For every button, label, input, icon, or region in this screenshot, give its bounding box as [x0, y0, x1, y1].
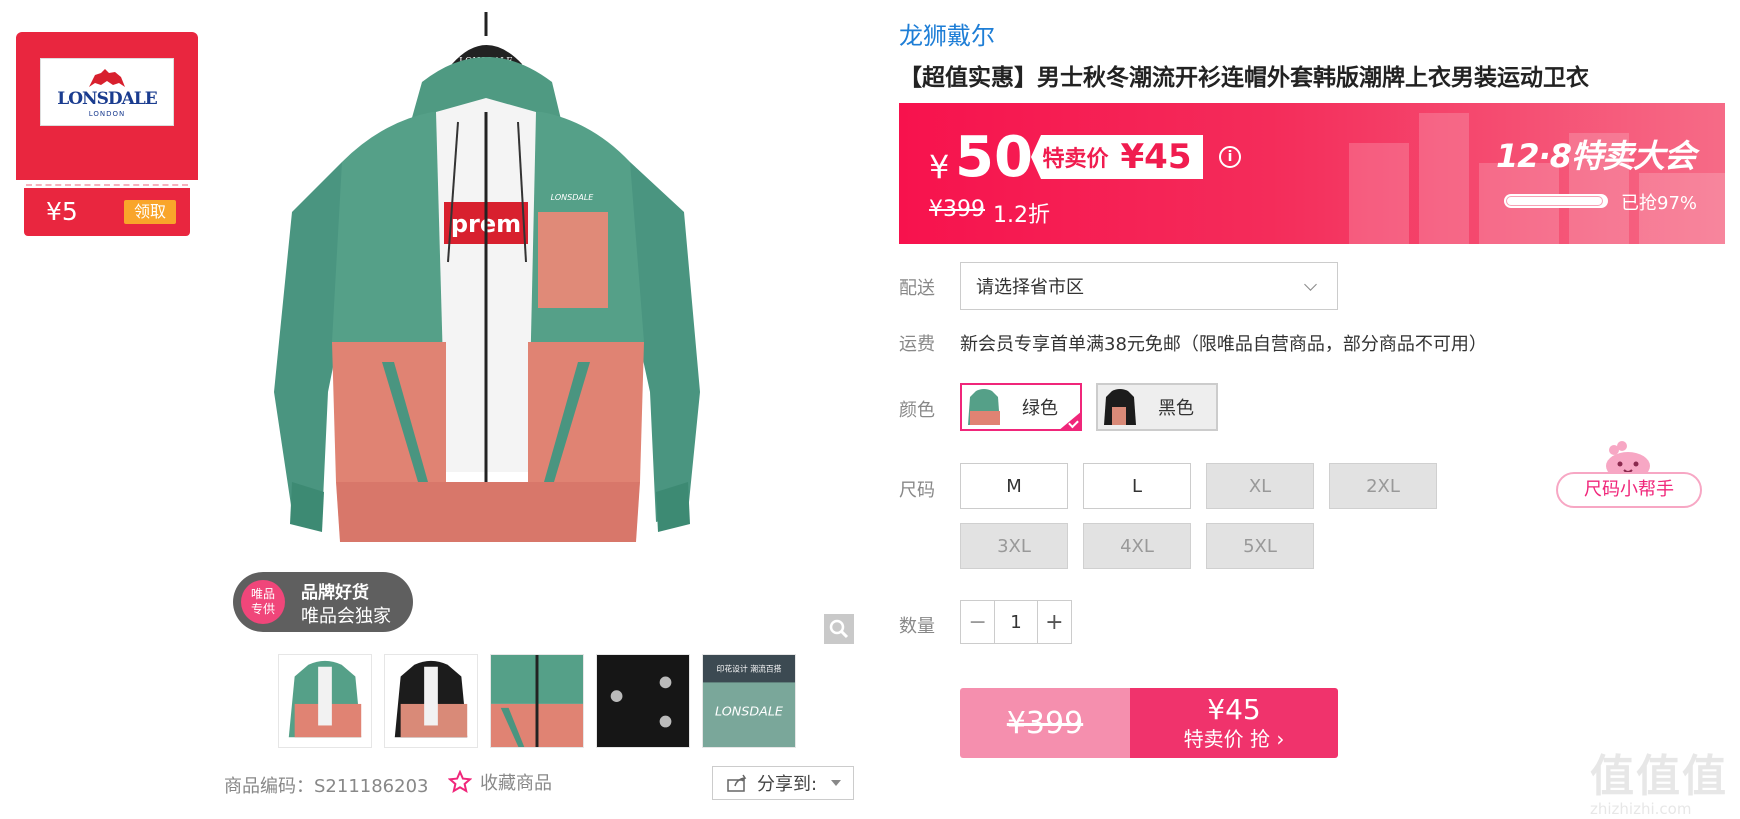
size-option-5xl[interactable]: 5XL [1206, 523, 1314, 569]
zoom-button[interactable] [824, 614, 854, 644]
share-dropdown[interactable]: 分享到: [712, 766, 854, 800]
brand-exclusive-badge: 唯品 专供 品牌好货 唯品会独家 [233, 572, 413, 632]
coupon-footer: ¥5 领取 [24, 188, 190, 236]
product-title: 【超值实惠】男士秋冬潮流开衫连帽外套韩版潮牌上衣男装运动卫衣 [899, 65, 1589, 91]
size-helper-button[interactable]: 尺码小帮手 [1556, 440, 1704, 508]
favorite-button[interactable]: 收藏商品 [448, 768, 552, 796]
size-label: 尺码 [899, 480, 935, 501]
increase-button[interactable]: + [1038, 601, 1071, 643]
quantity-label: 数量 [899, 616, 935, 637]
closeup-thumb-image [491, 655, 583, 747]
color-name: 黑色 [1158, 398, 1194, 419]
green-swatch [968, 389, 1000, 425]
lion-icon [89, 68, 125, 87]
size-option-m[interactable]: M [960, 463, 1068, 509]
chest-logo: LONSDALE [551, 193, 595, 202]
shipping-label: 运费 [899, 334, 935, 355]
logo-subtext: LONDON [88, 109, 126, 118]
flash-sale-tag: 特卖价 ¥45 [1031, 135, 1203, 179]
print-thumb-logo: LONSDALE [715, 704, 784, 719]
region-placeholder: 请选择省市区 [976, 277, 1084, 298]
share-icon [727, 774, 747, 792]
currency-symbol: ¥ [929, 148, 950, 186]
badge-subtitle: 唯品会独家 [301, 606, 391, 627]
decrease-button[interactable]: − [961, 601, 994, 643]
info-icon[interactable]: i [1219, 146, 1241, 168]
thumbnail-print-detail[interactable]: 印花设计 潮流百搭 LONSDALE [702, 654, 796, 748]
shipping-info: 新会员专享首单满38元免邮（限唯品自营商品，部分商品不可用） [960, 334, 1487, 355]
green-hoodie-thumb-image [279, 655, 371, 747]
favorite-label: 收藏商品 [480, 773, 552, 794]
watermark-logo: 值值值 [1590, 751, 1728, 802]
buy-now-button[interactable]: ¥399 ¥45 特卖价 抢 › [960, 688, 1338, 758]
caret-down-icon [831, 780, 842, 786]
black-hoodie-thumb-image [385, 655, 477, 747]
sold-percentage: 已抢97% [1621, 193, 1698, 214]
flash-sale-label: 特卖价 [1042, 147, 1109, 172]
coupon-amount: ¥5 [46, 197, 78, 226]
delivery-label: 配送 [899, 278, 935, 299]
logo-text: LONSDALE [57, 88, 157, 109]
original-price: ¥399 [929, 197, 985, 222]
size-option-l[interactable]: L [1083, 463, 1191, 509]
color-option-black[interactable]: 黑色 [1096, 383, 1218, 431]
buy-label: 特卖价 抢 › [1183, 727, 1285, 751]
brand-link[interactable]: 龙狮戴尔 [899, 16, 995, 51]
color-name: 绿色 [1022, 398, 1058, 419]
exclusive-circle: 唯品 专供 [241, 580, 285, 624]
flash-sale-price: ¥45 [1120, 137, 1192, 177]
region-select[interactable]: 请选择省市区 [960, 262, 1338, 310]
black-swatch [1104, 389, 1136, 425]
price-banner: ¥ 50 特卖价 ¥45 i ¥399 1.2折 12·8特卖大会 已抢97% [899, 103, 1725, 244]
magnifier-icon [829, 619, 849, 639]
color-label: 颜色 [899, 400, 935, 421]
sold-progress-fill [1506, 196, 1603, 206]
thumbnail-fabric-detail[interactable] [596, 654, 690, 748]
coupon-header: LONSDALE LONDON [16, 32, 198, 180]
hoodie-image: LONSDALE prem LONSDALE [274, 12, 700, 542]
sold-progress-bar [1504, 194, 1608, 208]
buy-action: ¥45 特卖价 抢 › [1130, 688, 1338, 758]
share-label: 分享到: [757, 774, 818, 795]
product-code: 商品编码：S211186203 [224, 776, 429, 797]
claim-coupon-button[interactable]: 领取 [124, 200, 176, 224]
coupon-divider [26, 184, 188, 186]
brand-coupon[interactable]: LONSDALE LONDON ¥5 领取 [16, 32, 198, 236]
print-thumb-image: 印花设计 潮流百搭 LONSDALE [703, 655, 795, 747]
quantity-stepper: − 1 + [960, 600, 1072, 644]
buy-original-price: ¥399 [960, 688, 1130, 758]
star-icon [448, 770, 472, 794]
thumbnail-green-hoodie[interactable] [278, 654, 372, 748]
chevron-down-icon [1304, 278, 1317, 291]
quantity-value[interactable]: 1 [994, 601, 1038, 643]
thumbnail-black-hoodie[interactable] [384, 654, 478, 748]
circle-line1: 唯品 [250, 587, 275, 601]
color-option-green[interactable]: 绿色 [960, 383, 1082, 431]
main-product-image[interactable]: LONSDALE prem LONSDALE [232, 12, 852, 640]
badge-title: 品牌好货 [301, 583, 369, 603]
size-option-2xl[interactable]: 2XL [1329, 463, 1437, 509]
thumbnail-detail-closeup[interactable] [490, 654, 584, 748]
size-option-3xl[interactable]: 3XL [960, 523, 1068, 569]
buy-price: ¥45 [1207, 693, 1261, 726]
selected-check-icon [1058, 411, 1082, 431]
current-price: 50 [955, 125, 1033, 190]
print-thumb-caption: 印花设计 潮流百搭 [717, 664, 782, 674]
lonsdale-logo: LONSDALE LONDON [40, 58, 174, 126]
site-watermark: 值值值 zhizhizhi.com [1590, 740, 1740, 819]
size-option-xl[interactable]: XL [1206, 463, 1314, 509]
event-title: 12·8特卖大会 [1496, 137, 1696, 175]
fabric-thumb-image [597, 655, 689, 747]
discount-rate: 1.2折 [993, 203, 1050, 228]
size-helper-label: 尺码小帮手 [1556, 472, 1702, 508]
size-option-4xl[interactable]: 4XL [1083, 523, 1191, 569]
circle-line2: 专供 [250, 602, 275, 616]
